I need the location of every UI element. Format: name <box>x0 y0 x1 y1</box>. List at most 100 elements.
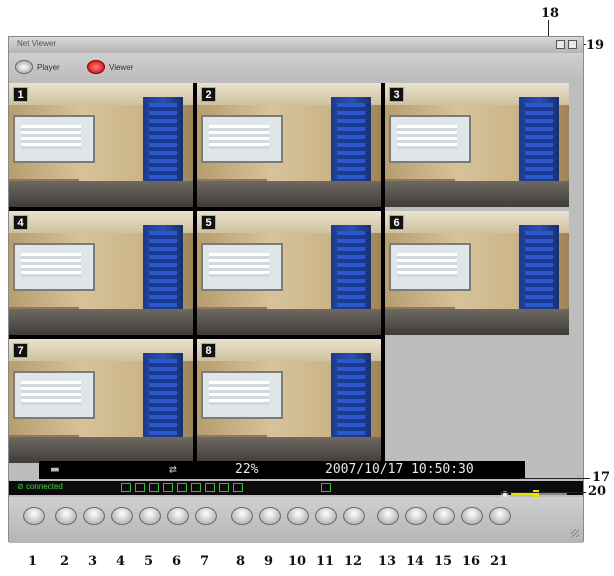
camera-board <box>389 243 471 291</box>
player-mode-button[interactable]: Player <box>15 57 60 77</box>
button-7-icon[interactable] <box>195 507 217 525</box>
camera-tile[interactable]: 8 <box>197 339 381 463</box>
channel-button[interactable] <box>205 483 215 492</box>
callout-2: 2 <box>60 554 70 569</box>
close-icon[interactable] <box>568 40 577 49</box>
camera-number: 3 <box>389 87 404 102</box>
camera-tile[interactable]: 1 <box>9 83 193 207</box>
camera-board <box>13 115 95 163</box>
title-bar: Net Viewer <box>9 37 583 53</box>
camera-board <box>201 243 283 291</box>
callout-3: 3 <box>88 554 98 569</box>
camera-tile[interactable]: 6 <box>385 211 569 335</box>
record-icon: ▬ <box>51 462 59 477</box>
connection-text: connected <box>25 482 63 491</box>
date-time: 2007/10/17 10:50:30 <box>325 462 474 477</box>
camera-number: 4 <box>13 215 28 230</box>
callout-12: 12 <box>344 554 363 569</box>
player-icon <box>15 60 33 74</box>
info-bar: ⊘ connected <box>9 481 583 495</box>
channel-button[interactable] <box>233 483 243 492</box>
camera-floor <box>9 181 193 207</box>
callout-17: 17 <box>592 470 611 485</box>
callout-20: 20 <box>588 484 607 499</box>
camera-tile[interactable]: 5 <box>197 211 381 335</box>
camera-board <box>201 115 283 163</box>
camera-floor <box>385 181 569 207</box>
record-all-button[interactable] <box>321 483 331 492</box>
button-2-icon[interactable] <box>55 507 77 525</box>
callout-1: 1 <box>28 554 38 569</box>
callout-19: 19 <box>586 38 605 53</box>
callout-10: 10 <box>288 554 307 569</box>
viewer-icon <box>87 60 105 74</box>
button-13-icon[interactable] <box>377 507 399 525</box>
viewer-mode-button[interactable]: Viewer <box>87 57 133 77</box>
callout-6: 6 <box>172 554 182 569</box>
window-title: Net Viewer <box>17 39 56 48</box>
callout-11: 11 <box>316 554 335 569</box>
resize-grip-icon[interactable] <box>571 529 579 537</box>
channel-button[interactable] <box>121 483 131 492</box>
button-15-icon[interactable] <box>433 507 455 525</box>
button-16-icon[interactable] <box>461 507 483 525</box>
camera-floor <box>9 437 193 463</box>
button-3-icon[interactable] <box>83 507 105 525</box>
camera-number: 1 <box>13 87 28 102</box>
callout-13: 13 <box>378 554 397 569</box>
button-14-icon[interactable] <box>405 507 427 525</box>
camera-tile[interactable]: 7 <box>9 339 193 463</box>
camera-number: 2 <box>201 87 216 102</box>
callout-7: 7 <box>200 554 210 569</box>
minimize-icon[interactable] <box>556 40 565 49</box>
button-10-icon[interactable] <box>287 507 309 525</box>
callout-8: 8 <box>236 554 246 569</box>
button-11-icon[interactable] <box>315 507 337 525</box>
camera-board <box>201 371 283 419</box>
channel-button[interactable] <box>219 483 229 492</box>
callout-17-leader <box>520 478 590 479</box>
control-toolbar <box>9 497 583 543</box>
button-21-icon[interactable] <box>489 507 511 525</box>
camera-tile[interactable]: 2 <box>197 83 381 207</box>
callout-15: 15 <box>434 554 453 569</box>
camera-number: 8 <box>201 343 216 358</box>
net-viewer-window: Net Viewer Player Viewer 1 2 3 4 5 6 7 8 ▬ ⇄ 22… <box>8 36 584 543</box>
camera-floor <box>197 437 381 463</box>
button-5-icon[interactable] <box>139 507 161 525</box>
status-row: ▬ ⇄ 22% 2007/10/17 10:50:30 <box>39 461 525 479</box>
callout-16: 16 <box>462 554 481 569</box>
button-12-icon[interactable] <box>343 507 365 525</box>
channel-button[interactable] <box>135 483 145 492</box>
button-9-icon[interactable] <box>259 507 281 525</box>
camera-floor <box>197 181 381 207</box>
channel-button[interactable] <box>177 483 187 492</box>
camera-floor <box>197 309 381 335</box>
camera-tile[interactable]: 4 <box>9 211 193 335</box>
callout-21: 21 <box>490 554 509 569</box>
camera-floor <box>9 309 193 335</box>
callout-14: 14 <box>406 554 425 569</box>
camera-board <box>389 115 471 163</box>
channel-button[interactable] <box>163 483 173 492</box>
camera-number: 7 <box>13 343 28 358</box>
camera-tile[interactable]: 3 <box>385 83 569 207</box>
channel-button[interactable] <box>149 483 159 492</box>
button-8-icon[interactable] <box>231 507 253 525</box>
player-label: Player <box>37 62 60 72</box>
camera-number: 5 <box>201 215 216 230</box>
camera-board <box>13 371 95 419</box>
camera-grid: 1 2 3 4 5 6 7 8 <box>9 83 569 463</box>
viewer-label: Viewer <box>109 62 134 72</box>
button-1-icon[interactable] <box>23 507 45 525</box>
callout-20-leader <box>500 492 586 493</box>
callout-18-leader <box>548 20 549 36</box>
callout-5: 5 <box>144 554 154 569</box>
camera-number: 6 <box>389 215 404 230</box>
channel-button[interactable] <box>191 483 201 492</box>
cpu-usage: 22% <box>235 462 259 477</box>
button-6-icon[interactable] <box>167 507 189 525</box>
mode-bar: Player Viewer <box>9 53 583 81</box>
volume-slider[interactable] <box>511 490 567 498</box>
button-4-icon[interactable] <box>111 507 133 525</box>
